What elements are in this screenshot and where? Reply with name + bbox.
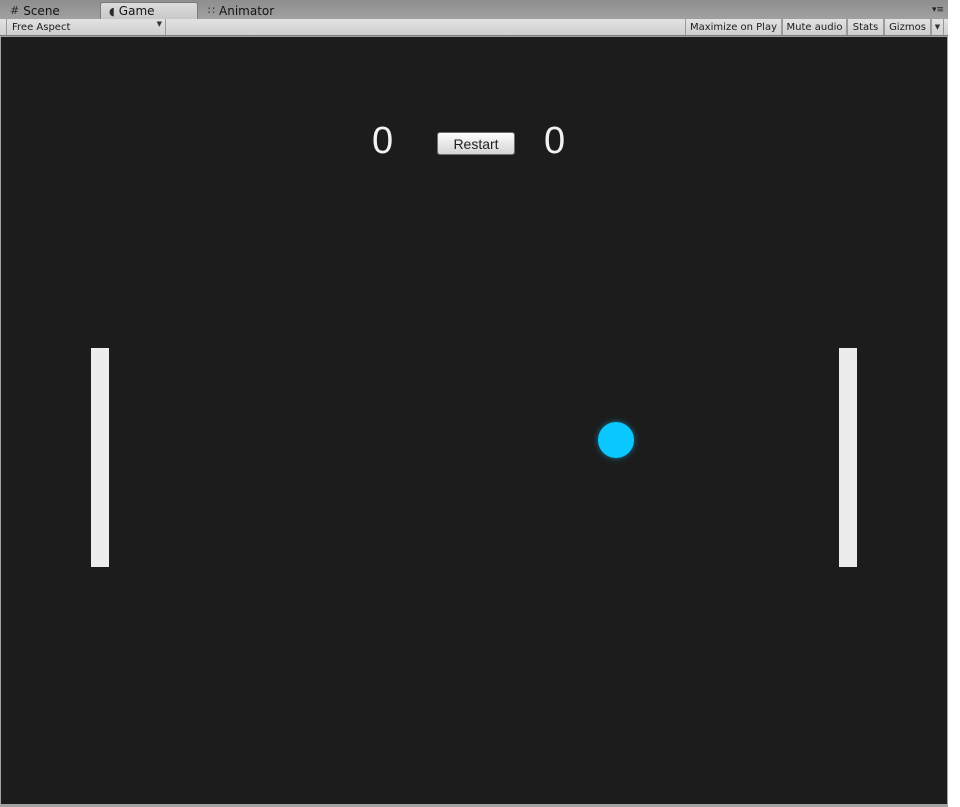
left-paddle bbox=[91, 348, 109, 567]
game-window: # Scene ◖ Game ∷ Animator ▾≡ Free Aspect… bbox=[0, 0, 948, 807]
restart-button[interactable]: Restart bbox=[437, 132, 515, 155]
tab-game-label: Game bbox=[118, 4, 155, 18]
game-toolbar: Free Aspect ▼ Maximize on Play Mute audi… bbox=[0, 19, 948, 36]
score-right: 0 bbox=[544, 120, 566, 162]
tab-animator[interactable]: ∷ Animator bbox=[200, 2, 300, 19]
chevron-down-icon: ▼ bbox=[156, 20, 162, 28]
animator-nodes-icon: ∷ bbox=[208, 4, 215, 17]
gizmos-dropdown[interactable]: ▼ bbox=[931, 19, 944, 35]
stats-label: Stats bbox=[852, 21, 879, 33]
chevron-down-icon: ▼ bbox=[934, 23, 941, 31]
tab-bar: # Scene ◖ Game ∷ Animator ▾≡ bbox=[0, 0, 948, 19]
tab-scene[interactable]: # Scene bbox=[2, 2, 94, 19]
mute-audio-toggle[interactable]: Mute audio bbox=[782, 19, 847, 35]
ball bbox=[598, 422, 634, 458]
score-left: 0 bbox=[372, 120, 394, 162]
grid-icon: # bbox=[10, 4, 20, 17]
pacman-icon: ◖ bbox=[109, 4, 115, 18]
aspect-dropdown[interactable]: Free Aspect ▼ bbox=[6, 19, 166, 35]
maximize-on-play-label: Maximize on Play bbox=[689, 21, 778, 33]
stats-toggle[interactable]: Stats bbox=[847, 19, 884, 35]
tab-game[interactable]: ◖ Game bbox=[100, 2, 198, 19]
panel-menu-icon[interactable]: ▾≡ bbox=[932, 6, 944, 18]
tab-animator-label: Animator bbox=[219, 3, 275, 18]
right-paddle bbox=[839, 348, 857, 567]
game-viewport[interactable]: 0 Restart 0 bbox=[1, 37, 947, 804]
gizmos-button[interactable]: Gizmos bbox=[884, 19, 931, 35]
tab-scene-label: Scene bbox=[23, 3, 60, 18]
aspect-dropdown-label: Free Aspect bbox=[12, 21, 71, 33]
gizmos-label: Gizmos bbox=[889, 21, 926, 33]
maximize-on-play-toggle[interactable]: Maximize on Play bbox=[685, 19, 782, 35]
mute-audio-label: Mute audio bbox=[786, 21, 843, 33]
